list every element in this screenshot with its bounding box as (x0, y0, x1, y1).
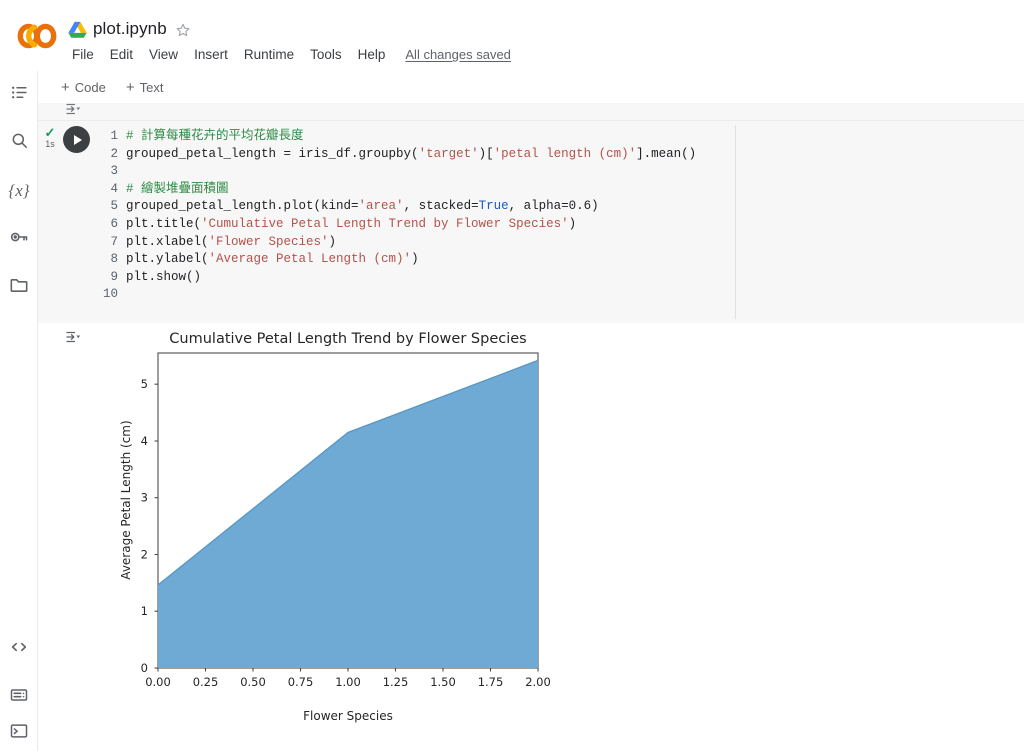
menu-item-insert[interactable]: Insert (186, 45, 236, 64)
files-folder-icon (9, 275, 29, 300)
colab-logo[interactable] (14, 20, 60, 52)
code-line-6: plt.title('Cumulative Petal Length Trend… (126, 216, 577, 231)
menu-bar: File Edit View Insert Runtime Tools Help… (64, 45, 511, 64)
drive-icon[interactable] (68, 21, 87, 39)
code-cell[interactable]: ✓ 1s 1 # 計算每種花卉的平均花瓣長度 2 grouped_petal_len… (38, 121, 1024, 323)
line-number: 5 (110, 199, 118, 214)
add-code-cell-label: Code (74, 79, 106, 95)
code-line-8: plt.ylabel('Average Petal Length (cm)') (126, 252, 419, 267)
menu-item-help[interactable]: Help (350, 45, 394, 64)
chart-plot-area: 0 1 2 3 4 5 0.00 0.25 0.50 0.75 1.00 1.2… (141, 352, 551, 689)
line-number: 1 (110, 129, 118, 143)
menu-item-edit[interactable]: Edit (102, 45, 141, 64)
sidebar-item-variables[interactable]: {x} (0, 167, 38, 215)
y-tick-label: 4 (141, 434, 148, 448)
app-header: plot.ipynb File Edit View Insert Runtime… (0, 0, 1024, 71)
code-line-7: plt.xlabel('Flower Species') (126, 234, 337, 249)
plus-icon: + (125, 78, 135, 96)
cell-output: Cumulative Petal Length Trend by Flower … (38, 323, 1024, 751)
x-tick-label: 2.00 (525, 675, 551, 689)
save-status[interactable]: All changes saved (405, 47, 511, 62)
run-cell-button[interactable] (63, 126, 90, 153)
code-line-2: grouped_petal_length = iris_df.groupby('… (126, 146, 697, 161)
left-rail-top-group: {x} (0, 71, 38, 311)
x-tick-label: 0.75 (288, 675, 314, 689)
x-tick-label: 0.00 (145, 675, 171, 689)
secrets-key-icon (9, 227, 29, 252)
code-editor[interactable]: 1 # 計算每種花卉的平均花瓣長度 2 grouped_petal_length =… (96, 121, 1024, 323)
sidebar-item-code-snippets[interactable] (0, 625, 38, 673)
search-icon (10, 131, 29, 155)
code-line-4: # 繪製堆疊面積圖 (126, 181, 229, 196)
notebook-scroll-area[interactable]: ✓ 1s 1 # 計算每種花卉的平均花瓣長度 2 grouped_petal_len… (38, 103, 1024, 751)
variables-icon: {x} (8, 181, 30, 200)
plus-icon: + (61, 78, 70, 96)
y-tick-label: 0 (141, 661, 148, 675)
line-number: 9 (110, 269, 118, 284)
x-tick-label: 1.25 (383, 675, 409, 689)
sidebar-item-command-palette[interactable] (0, 673, 38, 721)
sidebar-item-search[interactable] (0, 119, 38, 167)
line-number: 10 (102, 287, 118, 302)
code-line-9: plt.show() (126, 269, 202, 284)
command-palette-icon (9, 685, 29, 710)
add-code-cell-button[interactable]: + Code (54, 77, 113, 98)
sidebar-item-files[interactable] (0, 263, 38, 311)
x-tick-label: 1.00 (335, 675, 361, 689)
left-rail: {x} (0, 71, 38, 751)
line-number: 6 (110, 216, 118, 231)
x-tick-label: 0.50 (240, 675, 266, 689)
y-tick-label: 3 (141, 491, 148, 505)
code-line-5: grouped_petal_length.plot(kind='area', s… (126, 199, 599, 214)
left-rail-bottom-group (0, 625, 38, 751)
notebook-toolbar: + Code + Text (38, 71, 1024, 103)
execution-time: 1s (45, 139, 55, 149)
play-icon (73, 134, 82, 145)
code-snippets-icon (9, 637, 29, 662)
menu-item-tools[interactable]: Tools (302, 45, 350, 64)
sidebar-item-terminal[interactable] (0, 721, 38, 751)
y-tick-label: 2 (141, 548, 148, 562)
notebook-title[interactable]: plot.ipynb (93, 19, 167, 39)
y-tick-label: 5 (141, 377, 148, 391)
colab-app: plot.ipynb File Edit View Insert Runtime… (0, 0, 1024, 751)
add-text-cell-label: Text (139, 79, 164, 95)
table-of-contents-icon (10, 83, 29, 107)
sidebar-item-secrets[interactable] (0, 215, 38, 263)
x-tick-label: 1.75 (478, 675, 504, 689)
output-actions-icon[interactable] (64, 328, 82, 351)
line-number: 4 (110, 181, 118, 196)
menu-item-file[interactable]: File (64, 45, 102, 64)
code-cell-divider (735, 125, 736, 319)
cell-execution-status: ✓ 1s (40, 125, 60, 149)
line-number: 3 (110, 164, 118, 179)
terminal-icon (9, 721, 29, 746)
menu-item-runtime[interactable]: Runtime (236, 45, 302, 64)
menu-item-view[interactable]: View (141, 45, 186, 64)
x-tick-label: 0.25 (193, 675, 219, 689)
success-check-icon: ✓ (44, 125, 56, 140)
matplotlib-figure: Cumulative Petal Length Trend by Flower … (98, 323, 598, 723)
line-number: 7 (110, 234, 118, 249)
x-tick-label: 1.50 (430, 675, 456, 689)
line-number: 2 (110, 146, 118, 161)
sidebar-item-table-of-contents[interactable] (0, 71, 38, 119)
previous-cell-sliver (38, 103, 1024, 121)
y-tick-label: 1 (141, 604, 148, 618)
star-icon[interactable] (175, 22, 191, 38)
code-line-1: # 計算每種花卉的平均花瓣長度 (126, 129, 304, 143)
code-content[interactable]: 1 # 計算每種花卉的平均花瓣長度 2 grouped_petal_length =… (96, 128, 696, 304)
output-actions-icon[interactable] (64, 103, 82, 123)
add-text-cell-button[interactable]: + Text (119, 77, 171, 98)
line-number: 8 (110, 252, 118, 267)
